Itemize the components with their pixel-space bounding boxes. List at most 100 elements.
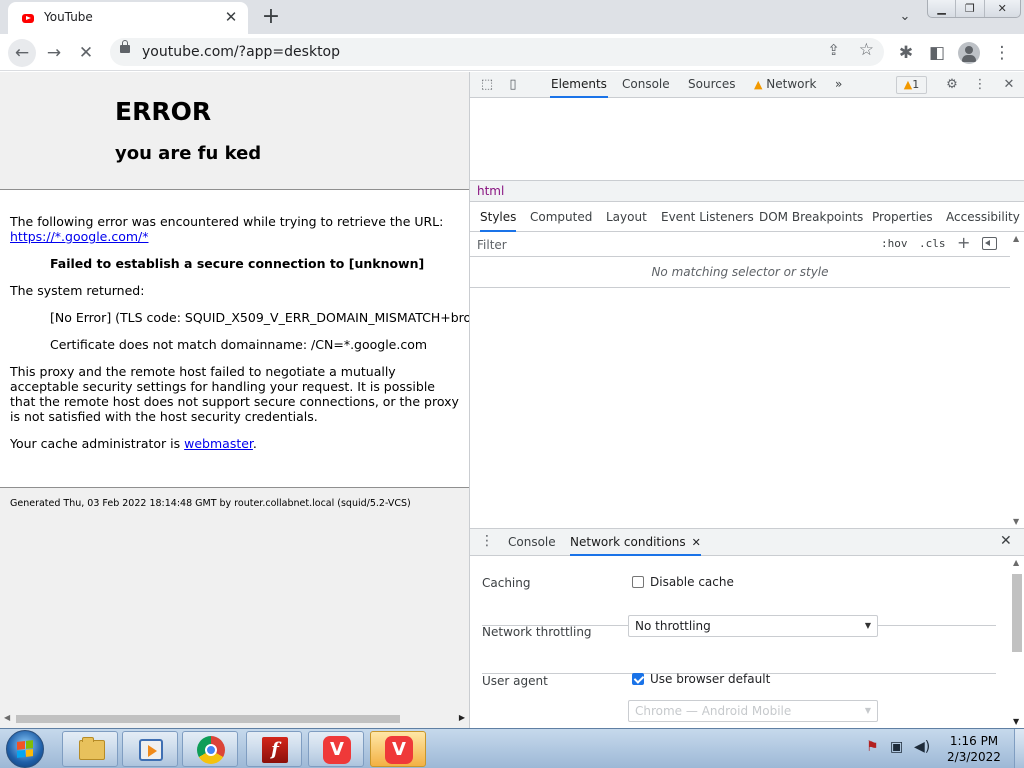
styles-vertical-scrollbar[interactable]: ▲ ▼ bbox=[1010, 232, 1024, 528]
user-agent-label: User agent bbox=[482, 674, 548, 688]
throttling-select[interactable]: No throttling ▼ bbox=[628, 615, 878, 637]
hover-state-toggle[interactable]: :hov bbox=[881, 237, 908, 250]
close-drawer-tab-icon[interactable]: ✕ bbox=[692, 536, 701, 549]
toggle-sidebar-icon[interactable] bbox=[982, 237, 997, 250]
taskbar-chrome[interactable] bbox=[182, 731, 238, 767]
user-agent-select: Chrome — Android Mobile ▼ bbox=[628, 700, 878, 722]
forward-button[interactable]: → bbox=[40, 39, 68, 67]
windows-taskbar: f V V ⚑ ▣ ◀) 1:16 PM 2/3/2022 bbox=[0, 728, 1024, 768]
page-horizontal-scrollbar[interactable]: ◀ ▶ bbox=[0, 712, 469, 726]
styles-filter-input[interactable]: Filter bbox=[477, 238, 507, 252]
address-bar[interactable]: youtube.com/?app=desktop ⇪ ☆ bbox=[110, 38, 884, 66]
url-text[interactable]: youtube.com/?app=desktop bbox=[142, 44, 340, 60]
scroll-up-arrow-icon[interactable]: ▲ bbox=[1013, 234, 1019, 243]
error-details-panel: The following error was encountered whil… bbox=[0, 189, 469, 488]
disable-cache-checkbox[interactable] bbox=[632, 576, 644, 588]
devtools-main-tabbar: ⬚ ▯ Elements Console Sources ▲ Network »… bbox=[470, 72, 1024, 98]
tab-properties[interactable]: Properties bbox=[872, 202, 933, 232]
scroll-right-arrow-icon[interactable]: ▶ bbox=[459, 713, 465, 722]
tab-close-icon[interactable]: ✕ bbox=[222, 8, 240, 26]
system-returned-text: The system returned: bbox=[10, 283, 145, 298]
taskbar-vivaldi-active[interactable]: V bbox=[370, 731, 426, 767]
tab-search-button[interactable]: ⌄ bbox=[894, 6, 916, 28]
drawer-close-icon[interactable]: ✕ bbox=[1000, 533, 1012, 549]
error-url-link[interactable]: https://*.google.com/* bbox=[10, 229, 149, 244]
scroll-left-arrow-icon[interactable]: ◀ bbox=[4, 713, 10, 722]
ua-select-caret-icon: ▼ bbox=[864, 706, 871, 715]
period-text: . bbox=[252, 436, 257, 451]
drawer-tabbar: ⋮ Console Network conditions ✕ ✕ bbox=[470, 528, 1024, 556]
volume-icon[interactable]: ◀) bbox=[914, 739, 930, 755]
side-panel-icon[interactable]: ◧ bbox=[923, 39, 951, 67]
tab-layout[interactable]: Layout bbox=[606, 202, 647, 232]
drawer-scrollbar-thumb[interactable] bbox=[1012, 574, 1022, 652]
more-tabs-button[interactable]: » bbox=[834, 72, 843, 98]
browser-toolbar: ← → ✕ youtube.com/?app=desktop ⇪ ☆ ✱ ◧ ⋮ bbox=[0, 34, 1024, 71]
scroll-down-arrow-icon[interactable]: ▼ bbox=[1013, 517, 1019, 526]
tab-accessibility[interactable]: Accessibility bbox=[946, 202, 1020, 232]
new-tab-button[interactable]: + bbox=[258, 4, 284, 30]
action-center-flag-icon[interactable]: ⚑ bbox=[866, 739, 879, 755]
profile-avatar-icon[interactable] bbox=[958, 42, 980, 64]
tab-network[interactable]: ▲ Network bbox=[753, 72, 817, 98]
clock-date: 2/3/2022 bbox=[947, 750, 1001, 764]
tls-error-text: [No Error] (TLS code: SQUID_X509_V_ERR_D… bbox=[50, 310, 469, 325]
drawer-vertical-scrollbar[interactable]: ▲ ▼ bbox=[1010, 556, 1024, 728]
select-caret-icon: ▼ bbox=[864, 621, 871, 630]
share-icon[interactable]: ⇪ bbox=[827, 41, 840, 59]
taskbar-explorer[interactable] bbox=[62, 731, 118, 767]
folder-icon bbox=[79, 737, 105, 760]
devtools-menu-icon[interactable]: ⋮ bbox=[971, 76, 989, 94]
taskbar-vivaldi[interactable]: V bbox=[308, 731, 364, 767]
drawer-menu-icon[interactable]: ⋮ bbox=[480, 533, 494, 549]
tab-computed[interactable]: Computed bbox=[530, 202, 592, 232]
taskbar-flash[interactable]: f bbox=[246, 731, 302, 767]
tab-console[interactable]: Console bbox=[621, 72, 671, 98]
devtools-panel: ⬚ ▯ Elements Console Sources ▲ Network »… bbox=[469, 72, 1024, 728]
class-toggle[interactable]: .cls bbox=[919, 237, 946, 250]
tab-elements[interactable]: Elements bbox=[550, 72, 608, 98]
stop-loading-button[interactable]: ✕ bbox=[72, 39, 100, 67]
caching-label: Caching bbox=[482, 576, 531, 590]
device-toolbar-icon[interactable]: ▯ bbox=[504, 76, 522, 94]
use-default-ua-label[interactable]: Use browser default bbox=[650, 672, 770, 686]
show-desktop-button[interactable] bbox=[1014, 729, 1024, 768]
taskbar-media-player[interactable] bbox=[122, 731, 178, 767]
disable-cache-label[interactable]: Disable cache bbox=[650, 575, 734, 589]
webmaster-link[interactable]: webmaster bbox=[184, 436, 253, 451]
bookmark-star-icon[interactable]: ☆ bbox=[859, 40, 874, 60]
certificate-mismatch-text: Certificate does not match domainname: /… bbox=[50, 337, 428, 352]
lock-icon[interactable] bbox=[120, 40, 130, 53]
devtools-close-icon[interactable]: ✕ bbox=[1000, 76, 1018, 94]
drawer-scroll-up-icon[interactable]: ▲ bbox=[1013, 558, 1019, 567]
extensions-puzzle-icon[interactable]: ✱ bbox=[892, 39, 920, 67]
drawer-tab-console[interactable]: Console bbox=[508, 529, 556, 556]
scrollbar-thumb[interactable] bbox=[16, 715, 400, 723]
breadcrumb-html[interactable]: html bbox=[477, 184, 504, 198]
window-close-button[interactable]: ✕ bbox=[985, 0, 1020, 17]
new-style-rule-icon[interactable]: + bbox=[957, 233, 970, 252]
drawer-tab-network-conditions[interactable]: Network conditions ✕ bbox=[570, 529, 701, 556]
tab-event-listeners[interactable]: Event Listeners bbox=[661, 202, 754, 232]
media-player-icon bbox=[139, 739, 163, 761]
tab-styles[interactable]: Styles bbox=[480, 202, 517, 232]
tab-strip: YouTube ✕ + ⌄ ▁ ❐ ✕ bbox=[0, 0, 1024, 34]
issues-badge[interactable]: ▲1 bbox=[896, 76, 927, 94]
tab-sources[interactable]: Sources bbox=[687, 72, 736, 98]
browser-menu-icon[interactable]: ⋮ bbox=[988, 39, 1016, 67]
settings-gear-icon[interactable]: ⚙ bbox=[943, 76, 961, 94]
user-agent-row: User agent Use browser default Chrome — … bbox=[482, 672, 996, 724]
network-icon[interactable]: ▣ bbox=[890, 739, 903, 755]
tab-dom-breakpoints[interactable]: DOM Breakpoints bbox=[759, 202, 863, 232]
restore-button[interactable]: ❐ bbox=[956, 0, 985, 17]
use-default-ua-checkbox[interactable] bbox=[632, 673, 644, 685]
minimize-button[interactable]: ▁ bbox=[928, 0, 957, 17]
drawer-scroll-down-icon[interactable]: ▼ bbox=[1013, 717, 1019, 726]
back-button[interactable]: ← bbox=[8, 39, 36, 67]
browser-tab-youtube[interactable]: YouTube ✕ bbox=[8, 2, 248, 34]
system-clock[interactable]: 1:16 PM 2/3/2022 bbox=[936, 733, 1012, 765]
start-button[interactable] bbox=[6, 730, 44, 768]
proxy-explanation-text: This proxy and the remote host failed to… bbox=[10, 364, 459, 424]
dom-tree-area[interactable] bbox=[470, 98, 1024, 180]
inspect-element-icon[interactable]: ⬚ bbox=[478, 76, 496, 94]
